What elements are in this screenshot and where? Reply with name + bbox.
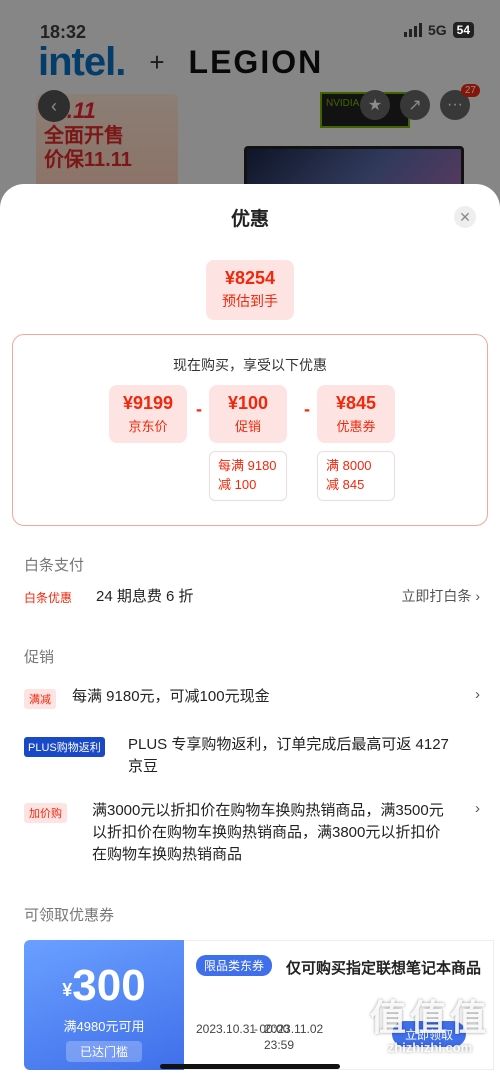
promotion-value: ¥100 [227, 393, 269, 413]
promotion-detail: 每满 9180 减 100 [209, 451, 287, 501]
coupon-currency: ¥ [62, 980, 73, 1000]
promotion-label: 促销 [234, 419, 261, 434]
minus-sign: - [304, 399, 310, 419]
price-breakdown: 现在购买，享受以下优惠 ¥9199 京东价 - ¥100 促销 - ¥845 优… [12, 334, 488, 526]
coupon-value: ¥845 [335, 393, 377, 413]
add-on-purchase-item[interactable]: 加价购 满3000元以折扣价在购物车换购热销商品，满3500元以折扣价在购物车换… [24, 800, 480, 870]
minus-sign: - [196, 399, 202, 419]
jd-price-label: 京东价 [128, 419, 168, 434]
status-time: 18:32 [40, 22, 87, 42]
chevron-right-icon: › [475, 686, 480, 703]
add-on-purchase-tag: 加价购 [24, 803, 67, 823]
status-right: 5G 54 [403, 22, 474, 38]
signal-icon [403, 23, 422, 37]
promotion-text: 每满 9180元，可减100元现金 [72, 688, 270, 705]
close-button[interactable]: ✕ [454, 206, 476, 228]
coupon-amount: ¥300 [24, 962, 184, 1014]
promotion-price-box: ¥100 促销 [209, 385, 287, 443]
baitiao-header: 白条支付 [24, 557, 85, 574]
coupon-detail-line-2: 减 845 [326, 477, 365, 492]
baitiao-text: 24 期息费 6 折 [96, 588, 194, 605]
watermark-url: zhizhizhi.com [387, 1040, 473, 1055]
final-price: ¥8254 [224, 268, 276, 288]
add-on-purchase-text: 满3000元以折扣价在购物车换购热销商品，满3500元以折扣价在购物车换购热销商… [92, 802, 444, 863]
breakdown-title: 现在购买，享受以下优惠 [173, 357, 327, 373]
final-price-box: ¥8254 预估到手 [206, 260, 294, 320]
plus-rebate-item[interactable]: PLUS购物返利 PLUS 专享购物返利，订单完成后最高可返 4127京豆 [24, 734, 480, 784]
network-type: 5G [427, 22, 447, 38]
final-price-label: 预估到手 [222, 293, 278, 309]
promotion-item[interactable]: 满减 每满 9180元，可减100元现金 › [24, 686, 480, 712]
watermark-logo: 值值值 [369, 997, 490, 1038]
plus-rebate-text: PLUS 专享购物返利，订单完成后最高可返 4127京豆 [128, 736, 449, 775]
coupon-detail: 满 8000 减 845 [317, 451, 395, 501]
coupon-amount-panel: ¥300 满4980元可用 已达门槛 [24, 940, 184, 1070]
sheet-title: 优惠 [230, 209, 269, 230]
promotion-header: 促销 [24, 649, 55, 666]
coupon-amount-value: 300 [72, 961, 146, 1010]
jd-price-box: ¥9199 京东价 [109, 385, 187, 443]
coupons-header: 可领取优惠券 [24, 907, 115, 924]
baitiao-row[interactable]: 白条优惠 24 期息费 6 折 立即打白条 › [24, 586, 480, 612]
coupon-description: 仅可购买指定联想笔记本商品 [286, 960, 482, 977]
home-indicator[interactable] [160, 1064, 340, 1069]
coupon-date-separator: - [254, 1022, 258, 1036]
plus-rebate-tag: PLUS购物返利 [24, 737, 105, 757]
baitiao-tag: 白条优惠 [24, 591, 73, 605]
promotion-tag: 满减 [24, 689, 56, 709]
coupon-end-date: 2023.11.02 23:59 [264, 1022, 324, 1052]
coupon-price-box: ¥845 优惠券 [317, 385, 395, 443]
chevron-right-icon: › [475, 800, 480, 817]
coupon-detail-line-1: 满 8000 [326, 458, 372, 473]
jd-price-value: ¥9199 [122, 393, 174, 413]
coupon-label: 优惠券 [336, 419, 376, 434]
promotion-detail-line-2: 减 100 [218, 477, 257, 492]
coupon-status: 已达门槛 [65, 1041, 142, 1062]
baitiao-action[interactable]: 立即打白条 › [401, 586, 480, 606]
close-icon: ✕ [459, 208, 471, 225]
battery-icon: 54 [452, 22, 474, 38]
promotion-detail-line-1: 每满 9180 [218, 458, 277, 473]
status-bar: 18:32 5G 54 [0, 0, 500, 42]
coupon-condition: 满4980元可用 [63, 1019, 145, 1034]
discount-sheet: 优惠 ✕ ¥8254 预估到手 现在购买，享受以下优惠 ¥9199 京东价 - … [0, 184, 500, 1081]
watermark: 值值值 zhizhizhi.com [370, 996, 490, 1055]
